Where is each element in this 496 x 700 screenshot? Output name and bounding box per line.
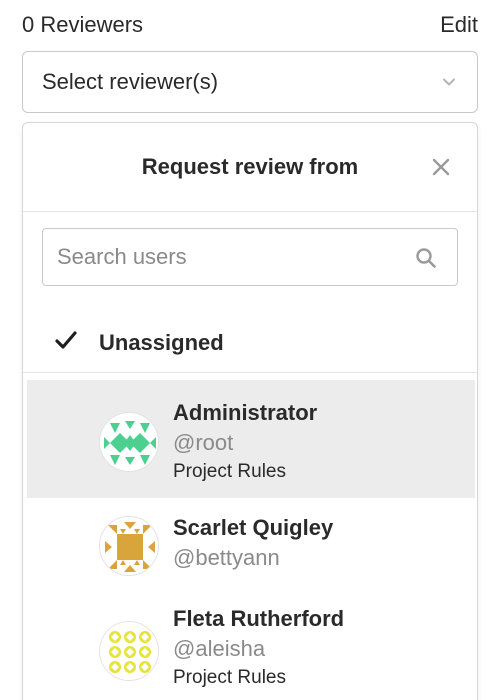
close-icon[interactable] (431, 157, 451, 177)
user-item-administrator[interactable]: Administrator @root Project Rules (27, 380, 475, 498)
reviewer-dropdown: Request review from Unassigned (22, 122, 478, 700)
user-item-fleta-rutherford[interactable]: Fleta Rutherford @aleisha Project Rules (27, 591, 475, 700)
search-icon (416, 248, 436, 268)
avatar (99, 516, 159, 576)
user-name: Fleta Rutherford (173, 606, 345, 631)
user-handle: @bettyann (173, 545, 280, 570)
reviewer-select[interactable]: Select reviewer(s) (22, 51, 478, 113)
user-handle: @aleisha (173, 636, 266, 661)
user-handle: @root (173, 430, 234, 455)
user-rules: Project Rules (173, 461, 286, 482)
user-name: Scarlet Quigley (173, 515, 334, 540)
user-name: Administrator (173, 400, 318, 425)
user-rules: Project Rules (173, 667, 286, 688)
unassigned-option[interactable]: Unassigned (23, 313, 477, 373)
chevron-down-icon (443, 78, 455, 86)
dropdown-header: Request review from (23, 123, 477, 212)
avatar (99, 412, 159, 472)
avatar (99, 621, 159, 681)
reviewers-header: 0 Reviewers Edit (22, 10, 478, 40)
check-icon (55, 331, 77, 349)
reviewers-count: 0 Reviewers (22, 12, 144, 37)
dropdown-title: Request review from (141, 154, 359, 179)
reviewer-select-label: Select reviewer(s) (42, 69, 219, 94)
edit-link[interactable]: Edit (440, 12, 478, 38)
search-users-input[interactable] (57, 244, 397, 270)
unassigned-label: Unassigned (99, 330, 224, 355)
search-users-field (42, 228, 458, 286)
